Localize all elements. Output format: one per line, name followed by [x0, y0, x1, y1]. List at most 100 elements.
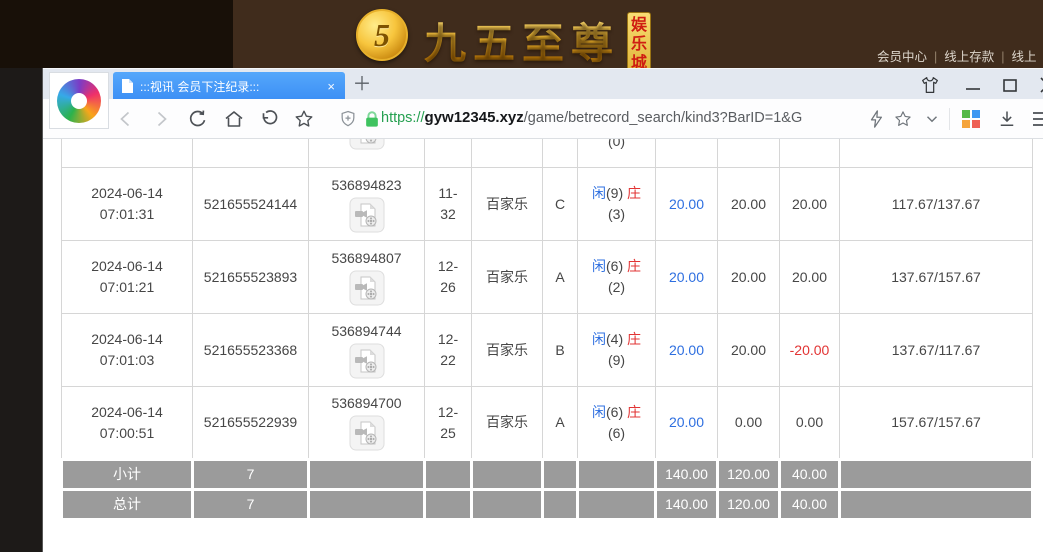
cell-bet-detail: 闲(6) 庄(6): [578, 387, 656, 460]
summary-empty: [578, 460, 656, 490]
header-link-deposit[interactable]: 线上存款: [944, 50, 994, 64]
video-record-icon[interactable]: [349, 270, 385, 306]
cell-valid-amount: 0.00: [718, 387, 780, 460]
forward-button[interactable]: [148, 107, 174, 131]
cell-balance: 157.67/157.67: [840, 387, 1033, 460]
cell-game-type: 百家乐: [472, 168, 543, 241]
pinwheel-logo-icon: [57, 79, 101, 123]
cell-table-no: 23: [425, 139, 472, 168]
url-bar[interactable]: https://gyw12345.xyz/game/betrecord_sear…: [381, 109, 802, 126]
cell-table-no: 11-32: [425, 168, 472, 241]
browser-window: :::视讯 会员下注纪录::: × ＋: [42, 68, 1043, 552]
cell-bet-detail: (0): [578, 139, 656, 168]
tab-favicon-document-icon: [121, 79, 133, 93]
summary-count: 7: [193, 460, 309, 490]
cell-valid-amount: [718, 139, 780, 168]
summary-empty: [425, 490, 472, 520]
cell-bet-id: 521655523368: [193, 314, 309, 387]
cell-game-id: [309, 139, 425, 168]
video-record-icon[interactable]: [349, 415, 385, 451]
page-viewport: 07:01:37 23 (0)2024-06-1407:01:315216555…: [44, 139, 1043, 552]
table-row: 2024-06-1407:01:31521655524144536894823 …: [62, 168, 1033, 241]
summary-empty: [472, 460, 543, 490]
brand-coin-logo-icon: 5: [356, 9, 408, 61]
maximize-button[interactable]: [995, 74, 1025, 96]
cell-bet-amount[interactable]: 20.00: [656, 387, 718, 460]
cell-bet-id: [193, 139, 309, 168]
table-row: 2024-06-1407:01:03521655523368536894744 …: [62, 314, 1033, 387]
cell-seat: [543, 139, 578, 168]
cell-table-no: 12-22: [425, 314, 472, 387]
cell-bet-detail: 闲(4) 庄(9): [578, 314, 656, 387]
back-button[interactable]: [113, 107, 139, 131]
minimize-button[interactable]: [958, 74, 988, 96]
summary-bet-amount: 140.00: [656, 490, 718, 520]
summary-win-loss: 40.00: [780, 460, 840, 490]
summary-label: 总计: [62, 490, 193, 520]
summary-empty: [578, 490, 656, 520]
shield-plus-icon[interactable]: [335, 107, 361, 131]
summary-empty: [472, 490, 543, 520]
brand-coin-glyph: 5: [374, 17, 390, 54]
toolbar-divider: [949, 108, 950, 130]
header-nav: 会员中心|线上存款|线上: [877, 46, 1037, 65]
new-tab-button[interactable]: ＋: [349, 73, 375, 97]
brand-title: 九五至尊: [424, 10, 620, 71]
tab-close-icon[interactable]: ×: [325, 79, 337, 94]
summary-win-loss: 40.00: [780, 490, 840, 520]
bet-record-table: 07:01:37 23 (0)2024-06-1407:01:315216555…: [60, 139, 1034, 521]
cell-table-no: 12-25: [425, 387, 472, 460]
video-record-icon[interactable]: [349, 139, 385, 150]
refresh-button[interactable]: [185, 107, 211, 131]
summary-label: 小计: [62, 460, 193, 490]
favorite-star-icon[interactable]: [890, 107, 916, 131]
video-record-icon[interactable]: [349, 343, 385, 379]
theme-tshirt-icon[interactable]: [915, 74, 945, 96]
close-button[interactable]: [1033, 74, 1043, 96]
video-record-icon[interactable]: [349, 197, 385, 233]
cell-seat: A: [543, 241, 578, 314]
summary-valid-amount: 120.00: [718, 490, 780, 520]
menu-hamburger-icon[interactable]: [1029, 107, 1043, 131]
tab-active[interactable]: :::视讯 会员下注纪录::: ×: [113, 72, 345, 99]
cell-datetime: 07:01:37: [62, 139, 193, 168]
summary-empty: [840, 460, 1033, 490]
cell-balance: 137.67/157.67: [840, 241, 1033, 314]
cell-game-type: 百家乐: [472, 314, 543, 387]
nav-toolbar: https://gyw12345.xyz/game/betrecord_sear…: [43, 99, 1043, 139]
download-icon[interactable]: [994, 107, 1020, 131]
header-link-member-center[interactable]: 会员中心: [877, 50, 927, 64]
cell-bet-amount[interactable]: 20.00: [656, 241, 718, 314]
cell-game-id: 536894744: [309, 314, 425, 387]
undo-button[interactable]: [256, 107, 282, 131]
game-id-number: 536894744: [311, 322, 422, 341]
table-row: 2024-06-1407:00:51521655522939536894700 …: [62, 387, 1033, 460]
url-dropdown-chevron-icon[interactable]: [919, 107, 945, 131]
cell-bet-amount[interactable]: 20.00: [656, 168, 718, 241]
game-id-number: 536894807: [311, 249, 422, 268]
cell-balance: 117.67/137.67: [840, 168, 1033, 241]
cell-valid-amount: 20.00: [718, 314, 780, 387]
home-button[interactable]: [221, 107, 247, 131]
cell-game-id: 536894807: [309, 241, 425, 314]
summary-empty: [309, 490, 425, 520]
cell-game-type: [472, 139, 543, 168]
cell-datetime: 2024-06-1407:01:21: [62, 241, 193, 314]
summary-empty: [425, 460, 472, 490]
cell-bet-detail: 闲(6) 庄(2): [578, 241, 656, 314]
cell-win-loss: 0.00: [780, 387, 840, 460]
lightning-icon[interactable]: [863, 107, 889, 131]
tab-title: :::视讯 会员下注纪录:::: [140, 78, 325, 95]
header-link-online[interactable]: 线上: [1012, 50, 1037, 64]
cell-datetime: 2024-06-1407:01:03: [62, 314, 193, 387]
summary-empty: [309, 460, 425, 490]
url-path: /game/betrecord_search/kind3?BarID=1&G: [524, 110, 802, 126]
bookmark-star-button[interactable]: [291, 107, 317, 131]
extensions-grid-icon[interactable]: [958, 107, 984, 131]
cell-bet-amount[interactable]: 20.00: [656, 314, 718, 387]
cell-game-type: 百家乐: [472, 387, 543, 460]
cell-bet-amount[interactable]: [656, 139, 718, 168]
cell-win-loss: [780, 139, 840, 168]
cell-balance: 137.67/117.67: [840, 314, 1033, 387]
summary-empty: [543, 460, 578, 490]
